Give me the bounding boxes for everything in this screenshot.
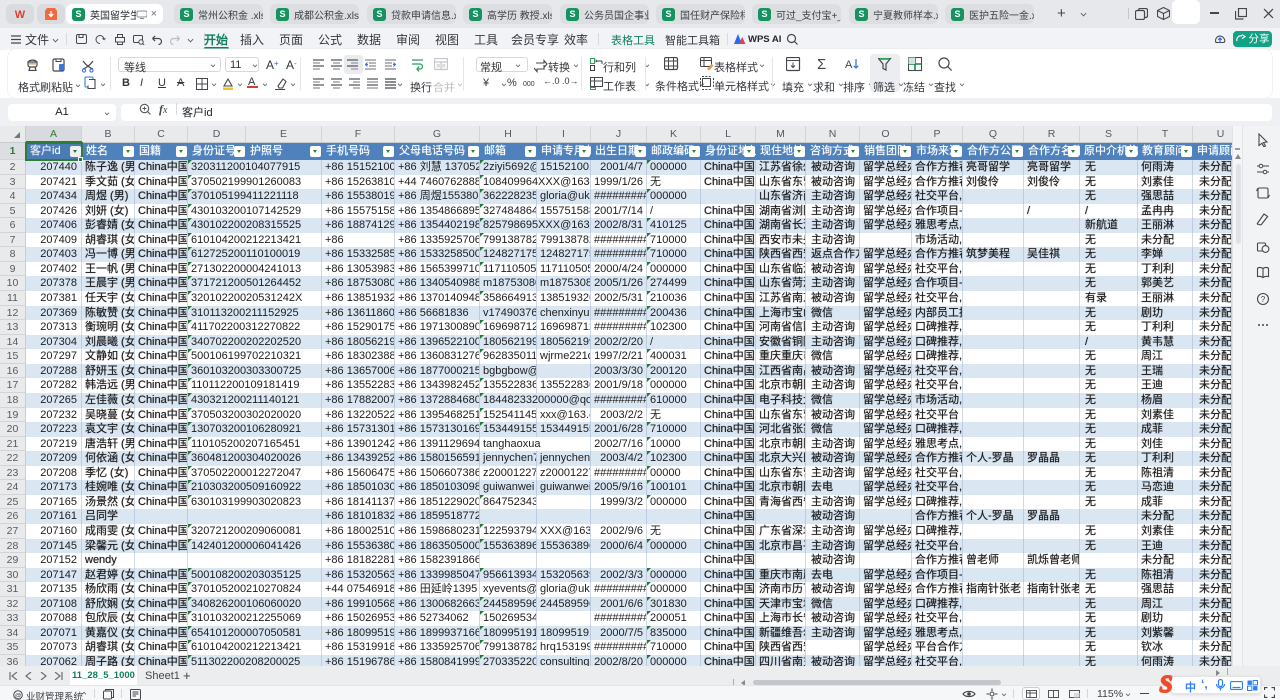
svg-text:W: W xyxy=(15,9,26,21)
svg-text:@: @ xyxy=(15,692,22,699)
svg-text:?: ? xyxy=(1261,295,1266,304)
svg-text:A: A xyxy=(845,59,853,71)
